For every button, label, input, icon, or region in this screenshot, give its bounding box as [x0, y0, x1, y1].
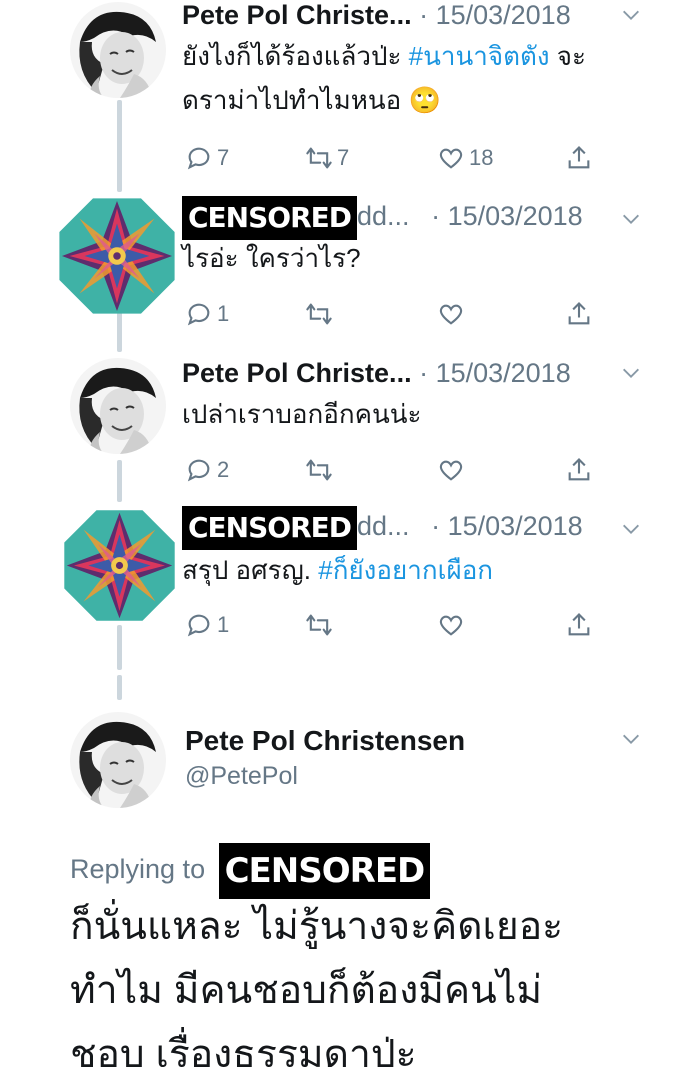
replying-to-label: Replying to: [70, 854, 206, 885]
tweet-header: Pete Pol Christe... · 15/03/2018: [182, 358, 571, 388]
avatar[interactable]: [70, 358, 166, 454]
tweet-date[interactable]: · 15/03/2018: [431, 201, 583, 231]
tweet-header: Pete Pol Christe... · 15/03/2018: [182, 0, 571, 30]
reply-button[interactable]: 1: [185, 296, 229, 332]
main-tweet-line: ชอบ เรื่องธรรมดาป่ะ: [70, 1033, 417, 1076]
hashtag-link[interactable]: #ก็ยังอยากเผือก: [318, 555, 493, 585]
avatar[interactable]: [59, 198, 175, 314]
author-name[interactable]: Pete Pol Christe...: [182, 358, 412, 388]
tweet-date[interactable]: · 15/03/2018: [419, 0, 571, 30]
tweet-header: CENSORED dd... · 15/03/2018: [182, 506, 583, 550]
like-icon: [439, 460, 463, 481]
reply-count: 7: [217, 145, 230, 170]
like-count: 18: [469, 145, 494, 170]
avatar[interactable]: [64, 510, 175, 621]
tweet-date[interactable]: · 15/03/2018: [431, 511, 583, 541]
author-name[interactable]: Pete Pol Christensen: [185, 725, 465, 757]
reply-icon: [187, 614, 210, 637]
tweet-header: CENSORED dd... · 15/03/2018: [182, 196, 583, 240]
replying-to: Replying to CENSORED: [70, 843, 431, 899]
tweet-text-line: ดราม่าไปทำไมหนอ 🙄: [182, 85, 441, 115]
share-button[interactable]: [565, 452, 593, 488]
main-tweet-line: ทำไม มีคนชอบก็ต้องมีคนไม่: [70, 969, 543, 1012]
tweet-text: ยังไงก็ได้ร้องแล้วป่ะ #นานาจิตตัง จะ: [182, 34, 586, 78]
retweet-icon: [306, 614, 332, 636]
reply-button[interactable]: 7: [185, 140, 229, 176]
author-name[interactable]: dd...: [357, 511, 410, 541]
retweet-icon: [306, 147, 332, 169]
like-button[interactable]: [437, 296, 465, 332]
avatar[interactable]: [70, 2, 166, 98]
tweet-actions: 1: [185, 296, 605, 332]
reply-button[interactable]: 2: [185, 452, 229, 488]
retweet-button[interactable]: 7: [305, 140, 349, 176]
tweet-actions: 2: [185, 452, 605, 488]
tweet-actions: 7 7 18: [185, 140, 605, 176]
share-button[interactable]: [565, 140, 593, 176]
tweet-text-part: ยังไงก็ได้ร้องแล้วป่ะ: [182, 41, 409, 71]
retweet-button[interactable]: [305, 452, 333, 488]
chevron-down-icon[interactable]: [620, 518, 642, 540]
like-button[interactable]: [437, 607, 465, 643]
tweet-text-part: จะ: [549, 41, 587, 71]
thread-line: [117, 312, 122, 352]
censored-label: CENSORED: [182, 506, 358, 550]
tweet-text: เปล่าเราบอกอีกคนน่ะ: [182, 399, 422, 429]
main-tweet-text: ก็นั่นแหละ ไม่รู้นางจะคิดเยอะ ทำไม มีคนช…: [70, 895, 563, 1087]
hashtag-link[interactable]: #นานาจิตตัง: [409, 41, 550, 71]
tweet-text: สรุป อศรญ. #ก็ยังอยากเผือก: [182, 548, 493, 592]
censored-label[interactable]: CENSORED: [218, 843, 431, 899]
censored-label: CENSORED: [182, 196, 358, 240]
retweet-button[interactable]: [305, 607, 333, 643]
like-icon: [439, 615, 463, 636]
tweet-date[interactable]: · 15/03/2018: [419, 358, 571, 388]
avatar[interactable]: [70, 712, 166, 808]
main-tweet-line: ก็นั่นแหละ ไม่รู้นางจะคิดเยอะ: [70, 905, 564, 948]
thread-line: [117, 625, 122, 670]
reply-icon: [187, 147, 210, 170]
tweet-text-part: สรุป อศรญ.: [182, 555, 319, 585]
share-icon: [568, 458, 590, 481]
chevron-down-icon[interactable]: [620, 362, 642, 384]
share-icon: [568, 302, 590, 325]
chevron-down-icon[interactable]: [620, 728, 642, 750]
like-icon: [439, 304, 463, 325]
retweet-button[interactable]: [305, 296, 333, 332]
reply-count: 1: [217, 612, 230, 637]
reply-count: 1: [217, 301, 230, 326]
author-name[interactable]: dd...: [357, 201, 410, 231]
like-button[interactable]: 18: [437, 140, 493, 176]
share-icon: [568, 613, 590, 636]
chevron-down-icon[interactable]: [620, 4, 642, 26]
tweet-text: ไรอ่ะ ใครว่าไร?: [182, 243, 361, 273]
share-button[interactable]: [565, 607, 593, 643]
reply-count: 2: [217, 457, 230, 482]
thread-line: [117, 460, 122, 502]
thread-line: [117, 675, 122, 700]
reply-icon: [187, 459, 210, 482]
retweet-icon: [306, 459, 332, 481]
tweet-actions: 1: [185, 607, 605, 643]
thread-line: [117, 100, 122, 192]
reply-button[interactable]: 1: [185, 607, 229, 643]
share-button[interactable]: [565, 296, 593, 332]
like-button[interactable]: [437, 452, 465, 488]
chevron-down-icon[interactable]: [620, 208, 642, 230]
author-name[interactable]: Pete Pol Christe...: [182, 0, 412, 30]
author-handle[interactable]: @PetePol: [185, 762, 298, 791]
reply-icon: [187, 303, 210, 326]
share-icon: [568, 146, 590, 169]
retweet-icon: [306, 303, 332, 325]
like-icon: [439, 148, 463, 169]
retweet-count: 7: [337, 145, 350, 170]
